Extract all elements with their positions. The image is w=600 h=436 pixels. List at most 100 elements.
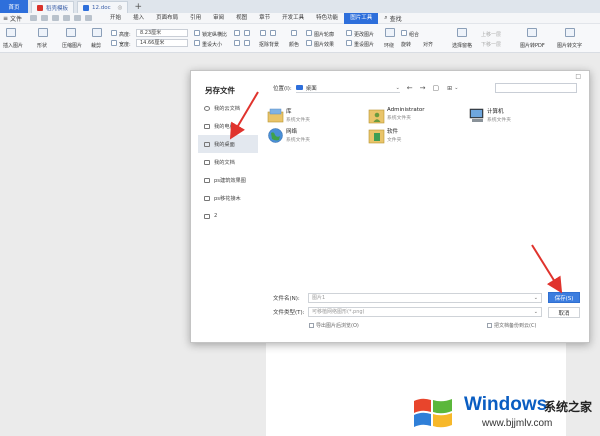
shape-button[interactable]: 形状 bbox=[37, 42, 47, 49]
redo-icon[interactable] bbox=[85, 15, 93, 21]
height-input[interactable]: 8.23厘米 bbox=[136, 29, 188, 37]
image-outline-icon[interactable] bbox=[306, 30, 312, 36]
file-item-network[interactable]: 网络 系统文件夹 bbox=[267, 127, 310, 144]
location-select[interactable]: 桌面 ⌄ bbox=[295, 83, 400, 93]
image-to-pdf-button[interactable]: 图片转PDF bbox=[520, 42, 545, 49]
dialog-title: 另存文件 bbox=[205, 86, 235, 95]
file-item-library[interactable]: 库 系统文件夹 bbox=[267, 107, 310, 124]
chevron-down-icon[interactable]: ⌄ bbox=[534, 294, 538, 302]
word-doc-icon bbox=[83, 4, 90, 11]
image-to-pdf-icon[interactable] bbox=[527, 28, 537, 37]
preview-icon[interactable] bbox=[63, 15, 71, 21]
file-menu[interactable]: ≡ 文件 bbox=[3, 14, 22, 23]
reset-size-icon[interactable] bbox=[194, 40, 200, 46]
image-outline-button[interactable]: 图片轮廓 bbox=[314, 31, 334, 38]
wrap-button[interactable]: 环绕 bbox=[384, 42, 394, 49]
rotate-button[interactable]: 旋转 bbox=[401, 41, 411, 48]
adjust-icon[interactable] bbox=[234, 40, 240, 46]
search-command[interactable]: ⌕ 查找 bbox=[384, 14, 401, 23]
change-image-icon[interactable] bbox=[346, 30, 352, 36]
image-effects-icon[interactable] bbox=[306, 40, 312, 46]
checkbox-box[interactable] bbox=[309, 323, 314, 328]
view-mode-icon[interactable]: ⊞ bbox=[447, 85, 452, 92]
sidebar-item-desktop[interactable]: 我的桌面 bbox=[198, 135, 258, 153]
menu-item[interactable]: 特色功能 bbox=[310, 13, 344, 24]
menu-item-image-tools[interactable]: 图片工具 bbox=[344, 12, 379, 24]
dialog-search-input[interactable] bbox=[495, 83, 577, 93]
menu-item[interactable]: 引用 bbox=[184, 13, 207, 24]
menu-item[interactable]: 视图 bbox=[230, 13, 253, 24]
filename-input[interactable]: 图片1 ⌄ bbox=[308, 293, 542, 303]
menu-item[interactable]: 页面布局 bbox=[150, 13, 184, 24]
color-button[interactable]: 颜色 bbox=[289, 41, 299, 48]
menu-item[interactable]: 开发工具 bbox=[276, 13, 310, 24]
remove-bg-icon[interactable] bbox=[260, 30, 266, 36]
save-button[interactable]: 保存(S) bbox=[548, 292, 580, 303]
maximize-button[interactable]: □ bbox=[575, 73, 581, 80]
reset-image-button[interactable]: 重设图片 bbox=[354, 41, 374, 48]
forward-icon[interactable]: → bbox=[420, 84, 426, 92]
insert-image-icon[interactable] bbox=[6, 28, 16, 37]
filetype-select[interactable]: 可移植网络图形(*.png) ⌄ bbox=[308, 307, 542, 317]
sidebar-item-folder[interactable]: ps移花接木 bbox=[198, 189, 258, 207]
send-backward-button[interactable]: 下移一层 bbox=[481, 41, 501, 48]
sidebar-item-my-computer[interactable]: 我的电脑 bbox=[198, 117, 258, 135]
bring-forward-button[interactable]: 上移一层 bbox=[481, 31, 501, 38]
sidebar-item-folder[interactable]: ps建筑效果图 bbox=[198, 171, 258, 189]
menu-item[interactable]: 章节 bbox=[253, 13, 276, 24]
align-button[interactable]: 对齐 bbox=[423, 41, 433, 48]
menu-item[interactable]: 开始 bbox=[104, 13, 127, 24]
file-item-administrator[interactable]: Administrator 系统文件夹 bbox=[368, 107, 425, 124]
watermark: Windows 系统之家 www.bjjmlv.com bbox=[410, 391, 600, 436]
combine-icon[interactable] bbox=[401, 30, 407, 36]
new-tab-button[interactable]: + bbox=[134, 1, 142, 13]
menu-item[interactable]: 审阅 bbox=[207, 13, 230, 24]
chevron-down-icon[interactable]: ⌄ bbox=[454, 85, 458, 91]
selection-pane-icon[interactable] bbox=[457, 28, 467, 37]
cancel-button[interactable]: 取消 bbox=[548, 307, 580, 318]
change-image-button[interactable]: 更改图片 bbox=[354, 31, 374, 38]
compress-button[interactable]: 压缩图片 bbox=[62, 42, 82, 49]
combine-button[interactable]: 组合 bbox=[409, 31, 419, 38]
shape-icon[interactable] bbox=[38, 28, 48, 37]
tab-home[interactable]: 首页 bbox=[0, 0, 28, 13]
image-to-text-icon[interactable] bbox=[565, 28, 575, 37]
export-icon[interactable] bbox=[41, 15, 49, 21]
adjust-icon[interactable] bbox=[270, 30, 276, 36]
checkbox-box[interactable] bbox=[487, 323, 492, 328]
sidebar-item-folder[interactable]: 2 bbox=[198, 207, 258, 225]
close-tab-icon[interactable]: ◎ bbox=[118, 5, 123, 11]
undo-icon[interactable] bbox=[74, 15, 82, 21]
lock-ratio-checkbox[interactable] bbox=[194, 30, 200, 36]
export-browse-checkbox[interactable]: 导出图片后浏览(O) bbox=[309, 322, 359, 329]
wrap-icon[interactable] bbox=[385, 28, 395, 37]
color-icon[interactable] bbox=[291, 30, 297, 36]
tab-daoke-template[interactable]: 稻壳模板 bbox=[31, 1, 75, 13]
adjust-icon[interactable] bbox=[234, 30, 240, 36]
new-folder-icon[interactable]: ▢ bbox=[433, 84, 440, 92]
width-input[interactable]: 14.66厘米 bbox=[136, 39, 188, 47]
remove-bg-button[interactable]: 抠除背景 bbox=[259, 41, 279, 48]
crop-button[interactable]: 裁剪 bbox=[91, 42, 101, 49]
adjust-icon[interactable] bbox=[244, 40, 250, 46]
file-item-software[interactable]: 软件 文件夹 bbox=[368, 127, 401, 144]
chevron-down-icon[interactable]: ⌄ bbox=[534, 308, 538, 316]
reset-size-button[interactable]: 重设大小 bbox=[202, 41, 222, 48]
backup-cloud-checkbox[interactable]: 把文档备份到云(C) bbox=[487, 322, 536, 329]
selection-pane-button[interactable]: 选择窗格 bbox=[452, 42, 472, 49]
print-icon[interactable] bbox=[52, 15, 60, 21]
sidebar-item-documents[interactable]: 我的文档 bbox=[198, 153, 258, 171]
compress-icon[interactable] bbox=[66, 28, 76, 37]
insert-image-button[interactable]: 插入图片 bbox=[3, 42, 23, 49]
file-item-computer[interactable]: 计算机 系统文件夹 bbox=[468, 107, 511, 124]
menu-item[interactable]: 插入 bbox=[127, 13, 150, 24]
image-to-text-button[interactable]: 图片转文字 bbox=[557, 42, 582, 49]
back-icon[interactable]: ← bbox=[407, 84, 413, 92]
crop-icon[interactable] bbox=[92, 28, 102, 37]
tab-document[interactable]: 12.doc ◎ bbox=[77, 1, 129, 13]
adjust-icon[interactable] bbox=[244, 30, 250, 36]
image-effects-button[interactable]: 图片效果 bbox=[314, 41, 334, 48]
reset-image-icon[interactable] bbox=[346, 40, 352, 46]
save-icon[interactable] bbox=[30, 15, 38, 21]
sidebar-item-cloud-docs[interactable]: 我的云文档 bbox=[198, 99, 258, 117]
